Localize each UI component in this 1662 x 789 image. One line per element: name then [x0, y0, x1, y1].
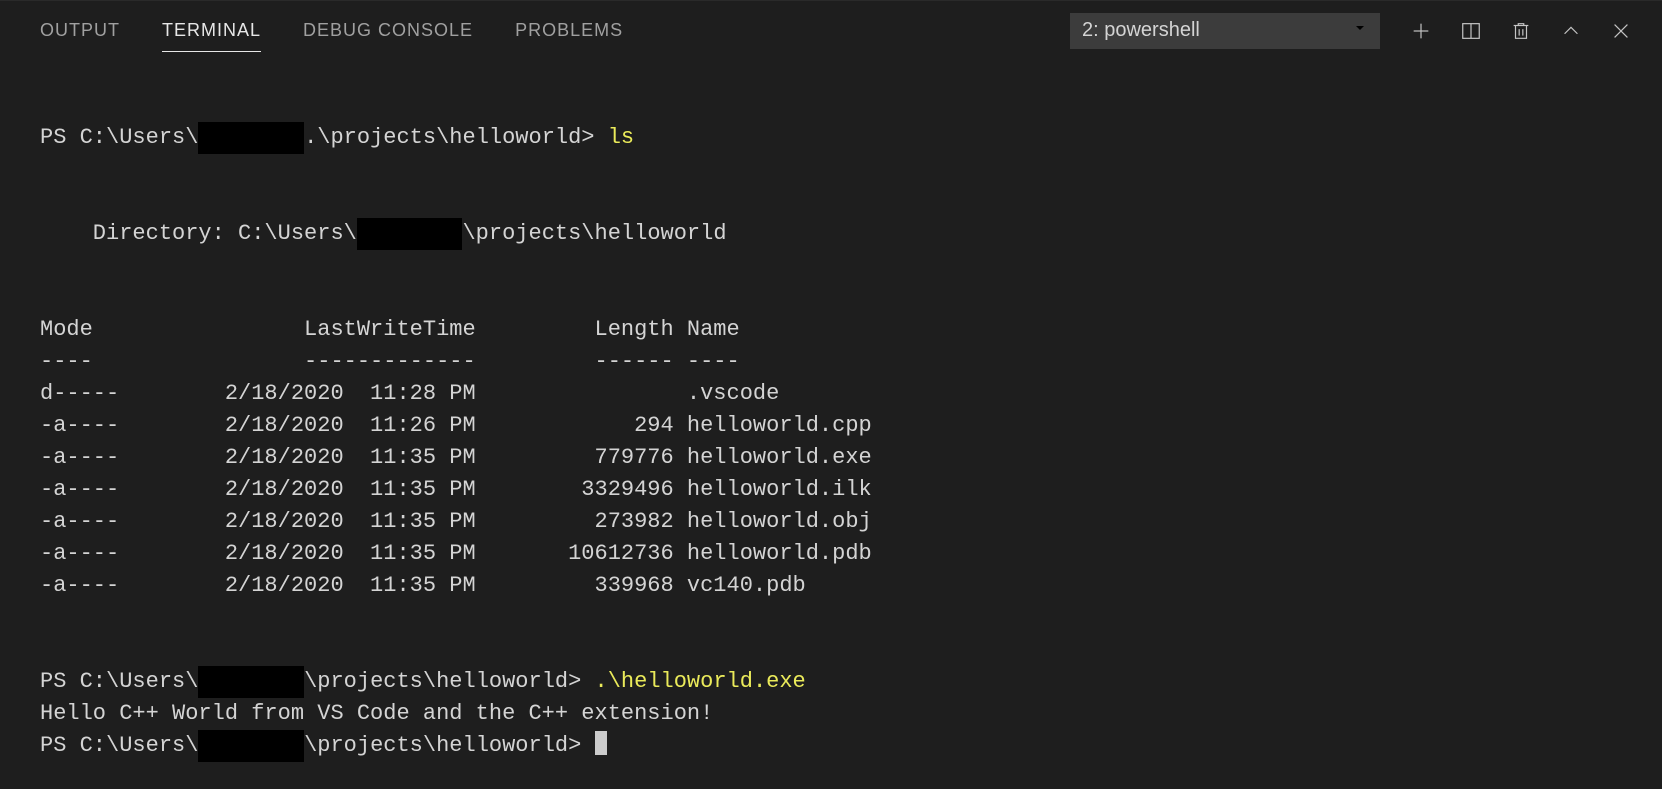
ls-row: -a---- 2/18/2020 11:35 PM 339968 vc140.p… [40, 573, 806, 598]
tab-debug-console[interactable]: DEBUG CONSOLE [303, 10, 473, 52]
ls-header: Mode LastWriteTime Length Name [40, 317, 740, 342]
prompt-line: PS C:\Users\xxxxxxxx.\projects\helloworl… [40, 125, 608, 150]
terminal-actions [1410, 20, 1632, 42]
terminal-view[interactable]: PS C:\Users\xxxxxxxx.\projects\helloworl… [0, 60, 1662, 762]
ls-row: -a---- 2/18/2020 11:35 PM 10612736 hello… [40, 541, 872, 566]
command-run-exe: .\helloworld.exe [595, 669, 806, 694]
kill-terminal-button[interactable] [1510, 20, 1532, 42]
new-terminal-button[interactable] [1410, 20, 1432, 42]
prompt-line: PS C:\Users\xxxxxxxx\projects\helloworld… [40, 669, 595, 694]
redacted-username: xxxxxxxx [198, 122, 304, 154]
panel-tab-bar: OUTPUT TERMINAL DEBUG CONSOLE PROBLEMS 2… [0, 0, 1662, 60]
split-terminal-button[interactable] [1460, 20, 1482, 42]
ls-row: -a---- 2/18/2020 11:26 PM 294 helloworld… [40, 413, 872, 438]
terminal-selector-value: 2: powershell [1082, 19, 1200, 42]
command-ls: ls [608, 125, 634, 150]
chevron-down-icon [1352, 19, 1368, 42]
ls-divider: ---- ------------- ------ ---- [40, 349, 740, 374]
program-output: Hello C++ World from VS Code and the C++… [40, 701, 713, 726]
redacted-username: xxxxxxxx [198, 666, 304, 698]
ls-row: -a---- 2/18/2020 11:35 PM 273982 hellowo… [40, 509, 872, 534]
terminal-selector[interactable]: 2: powershell [1070, 13, 1380, 49]
prompt-line: PS C:\Users\xxxxxxxx\projects\helloworld… [40, 733, 595, 758]
ls-row: -a---- 2/18/2020 11:35 PM 3329496 hellow… [40, 477, 872, 502]
tab-problems[interactable]: PROBLEMS [515, 10, 623, 52]
directory-line: Directory: C:\Users\xxxxxxxx\projects\he… [40, 221, 727, 246]
redacted-username: xxxxxxxx [198, 730, 304, 762]
ls-row: d----- 2/18/2020 11:28 PM .vscode [40, 381, 779, 406]
terminal-cursor [595, 731, 607, 755]
tab-output[interactable]: OUTPUT [40, 10, 120, 52]
tab-terminal[interactable]: TERMINAL [162, 10, 261, 52]
redacted-username: xxxxxxxx [357, 218, 463, 250]
panel-tabs: OUTPUT TERMINAL DEBUG CONSOLE PROBLEMS [40, 10, 623, 52]
close-panel-button[interactable] [1610, 20, 1632, 42]
maximize-panel-button[interactable] [1560, 20, 1582, 42]
ls-row: -a---- 2/18/2020 11:35 PM 779776 hellowo… [40, 445, 872, 470]
